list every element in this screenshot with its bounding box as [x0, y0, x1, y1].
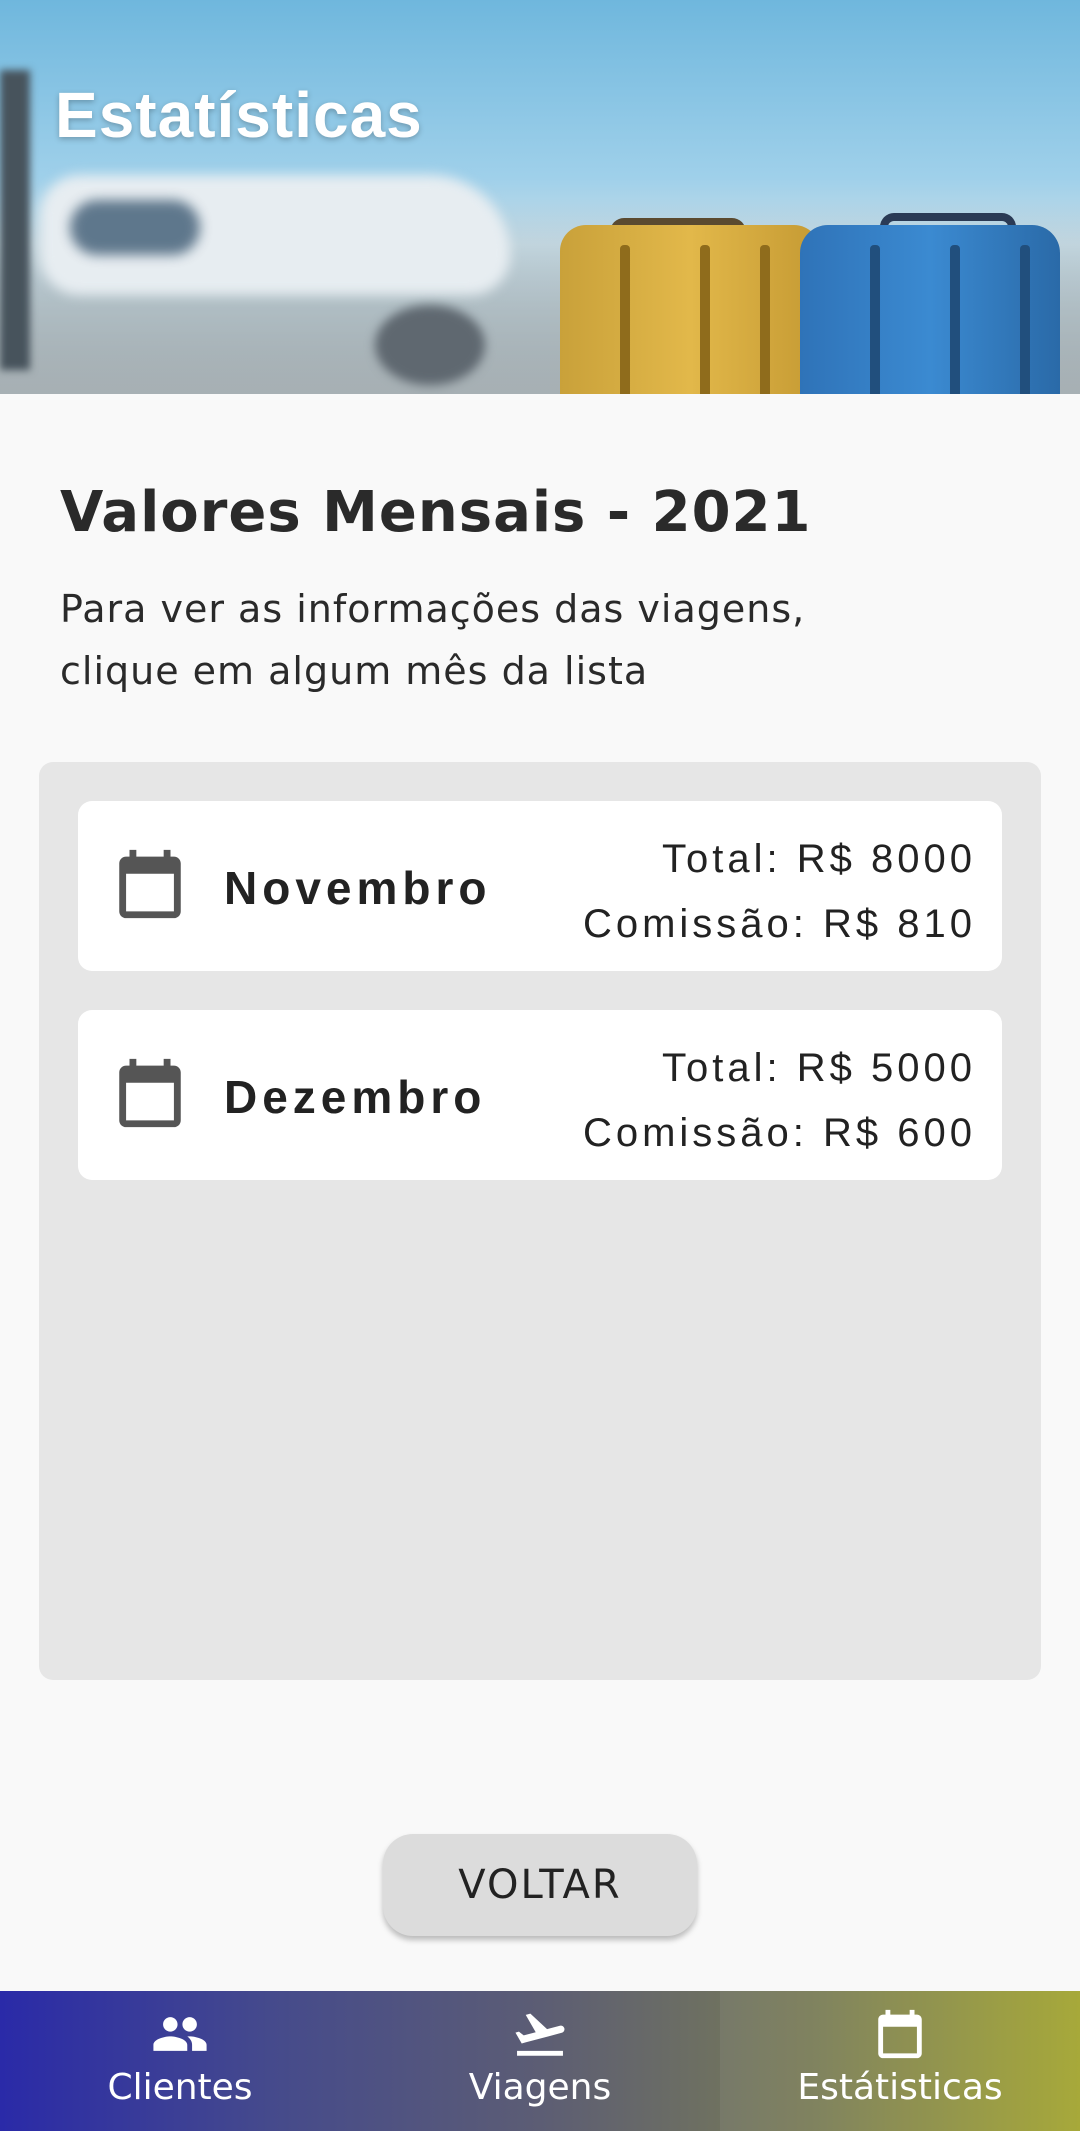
month-total: Total: R$ 5000 [662, 1046, 976, 1090]
nav-item-estatisticas[interactable]: Estátisticas [720, 1991, 1080, 2131]
page-title: Estatísticas [55, 79, 423, 151]
header-banner: Estatísticas [0, 0, 1080, 394]
airplane-icon [515, 2013, 565, 2056]
nav-item-clientes[interactable]: Clientes [0, 1991, 360, 2131]
month-total: Total: R$ 8000 [662, 837, 976, 881]
airplane-engine [375, 305, 485, 385]
month-commission: Comissão: R$ 600 [582, 1111, 976, 1155]
month-values: Total: R$ 5000 Comissão: R$ 600 [583, 1036, 976, 1166]
month-list: Novembro Total: R$ 8000 Comissão: R$ 810… [39, 762, 1041, 1680]
blue-suitcase-image [800, 225, 1060, 394]
nav-item-viagens[interactable]: Viagens [360, 1991, 720, 2131]
airplane-cockpit [70, 200, 200, 255]
subtitle-line-1: Para ver as informações das viagens, [60, 587, 806, 631]
section-subtitle: Para ver as informações das viagens, cli… [60, 578, 960, 702]
bottom-navigation: Clientes Viagens Estátisticas [0, 1991, 1080, 2131]
background-pole [0, 70, 30, 370]
nav-label: Viagens [468, 2067, 612, 2108]
month-values: Total: R$ 8000 Comissão: R$ 810 [583, 827, 976, 957]
nav-label: Estátisticas [797, 2067, 1003, 2108]
calendar-icon [119, 1058, 181, 1128]
back-button[interactable]: VOLTAR [383, 1834, 697, 1936]
month-card-dezembro[interactable]: Dezembro Total: R$ 5000 Comissão: R$ 600 [78, 1010, 1002, 1180]
section-title: Valores Mensais - 2021 [60, 480, 812, 545]
calendar-icon [119, 849, 181, 919]
month-name: Novembro [224, 862, 492, 914]
month-name: Dezembro [224, 1071, 487, 1123]
people-icon [153, 2017, 207, 2051]
calendar-icon [878, 2009, 922, 2059]
yellow-suitcase-image [560, 225, 820, 394]
nav-label: Clientes [107, 2067, 253, 2108]
month-commission: Comissão: R$ 810 [582, 902, 976, 946]
subtitle-line-2: clique em algum mês da lista [60, 649, 649, 693]
month-card-novembro[interactable]: Novembro Total: R$ 8000 Comissão: R$ 810 [78, 801, 1002, 971]
